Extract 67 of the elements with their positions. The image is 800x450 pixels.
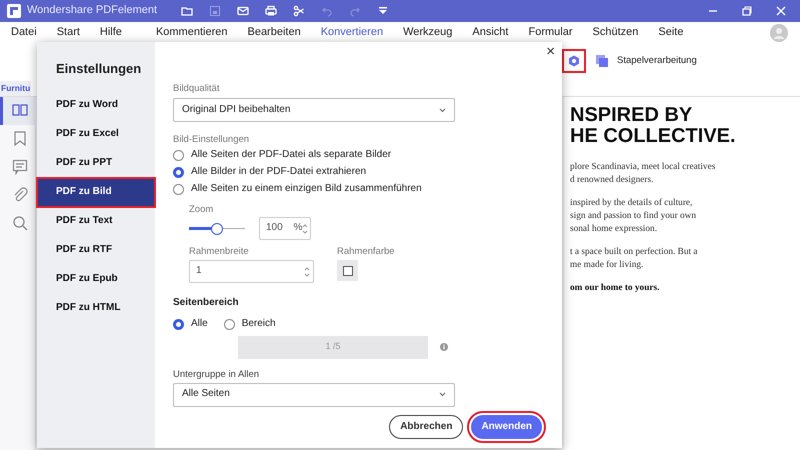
settings-nav-item[interactable]: PDF zu Bild bbox=[37, 178, 155, 207]
field-label: Rahmenfarbe bbox=[337, 246, 395, 257]
settings-button[interactable] bbox=[563, 50, 585, 72]
document-heading: HE COLLECTIVE. bbox=[570, 126, 737, 147]
document-paragraph: t a space built on perfection. But a me made for living. bbox=[570, 246, 699, 272]
menu-item[interactable]: Formular bbox=[518, 26, 582, 40]
zoom-slider[interactable] bbox=[189, 222, 245, 234]
close-button[interactable]: × bbox=[546, 44, 555, 60]
stepper-icon[interactable] bbox=[302, 222, 308, 234]
caret-icon bbox=[439, 392, 446, 397]
range-field: 1 /5 bbox=[238, 336, 428, 358]
document-tab[interactable]: Furnitu bbox=[0, 81, 32, 96]
window-title: Wondershare PDFelement bbox=[27, 4, 158, 18]
subset-select[interactable]: Alle Seiten bbox=[173, 382, 455, 406]
pages-icon[interactable] bbox=[0, 97, 36, 125]
border-width-field[interactable]: 1 bbox=[189, 260, 314, 283]
dropdown-icon[interactable] bbox=[377, 5, 390, 17]
mail-icon[interactable] bbox=[237, 5, 250, 17]
menu-item[interactable]: Bearbeiten bbox=[237, 26, 311, 40]
caret-icon bbox=[439, 108, 446, 112]
document-paragraph: om our home to yours. bbox=[570, 282, 660, 295]
settings-nav-item[interactable]: PDF zu Epub bbox=[37, 265, 155, 294]
settings-nav-item[interactable]: PDF zu HTML bbox=[37, 294, 155, 323]
info-icon[interactable] bbox=[440, 343, 448, 351]
radio-option[interactable]: Alle Bilder in der PDF-Datei extrahieren bbox=[173, 164, 462, 181]
settings-nav-item[interactable]: PDF zu PPT bbox=[37, 149, 155, 178]
menu-item[interactable]: Konvertieren bbox=[310, 26, 394, 40]
batch-button[interactable]: Stapelverarbeitung bbox=[595, 54, 697, 68]
menu-item[interactable]: Werkzeug bbox=[393, 26, 462, 40]
scissors-icon[interactable] bbox=[293, 5, 306, 17]
menu-item[interactable]: Schützen bbox=[582, 26, 648, 40]
menu-item[interactable]: Seite bbox=[648, 26, 694, 40]
app-logo-icon bbox=[7, 4, 21, 18]
menu-item[interactable]: Ansicht bbox=[462, 26, 518, 40]
settings-nav-item[interactable]: PDF zu Text bbox=[37, 207, 155, 236]
folder-icon[interactable] bbox=[181, 5, 194, 17]
quality-select[interactable]: Original DPI beibehalten bbox=[173, 98, 455, 122]
menu-item[interactable]: Datei bbox=[1, 26, 47, 40]
settings-nav-item[interactable]: PDF zu Word bbox=[37, 91, 155, 120]
color-button[interactable] bbox=[337, 260, 358, 281]
dialog-title: Einstellungen bbox=[55, 60, 142, 78]
restore-icon[interactable] bbox=[742, 6, 752, 16]
stepper-icon[interactable] bbox=[304, 266, 310, 278]
menu-item[interactable]: Start bbox=[46, 26, 90, 40]
settings-icon bbox=[568, 55, 580, 67]
menu-item[interactable]: Kommentieren bbox=[146, 26, 238, 40]
layers-icon bbox=[595, 54, 609, 68]
menu-item[interactable]: Hilfe bbox=[90, 26, 132, 40]
radio-option[interactable]: Alle Seiten der PDF-Datei als separate Bilder bbox=[173, 147, 462, 164]
field-label: Bildqualität bbox=[173, 83, 220, 94]
document-heading: NSPIRED BY bbox=[570, 105, 694, 126]
field-label: Bild-Einstellungen bbox=[173, 134, 250, 145]
section-title: Seitenbereich bbox=[173, 297, 240, 310]
cancel-button[interactable]: Abbrechen bbox=[389, 414, 464, 438]
print-icon[interactable] bbox=[265, 5, 278, 17]
field-label: Zoom bbox=[189, 204, 214, 215]
radio-option[interactable]: Alle Seiten zu einem einzigen Bild zusammenführen bbox=[173, 181, 462, 198]
close-icon[interactable] bbox=[776, 6, 786, 16]
checkbox[interactable] bbox=[342, 266, 352, 276]
document-paragraph: plore Scandinavia, meet local creatives d renowned designers. bbox=[570, 161, 716, 187]
document-paragraph: inspired by the details of culture, sign and passion to find your own sonal home expression. bbox=[570, 197, 698, 236]
apply-button[interactable]: Anwenden bbox=[471, 414, 542, 438]
zoom-field[interactable]: 100 % bbox=[259, 217, 311, 240]
field-label: Untergruppe in Allen bbox=[173, 368, 260, 380]
field-label: Rahmenbreite bbox=[189, 246, 250, 257]
settings-nav-item[interactable]: PDF zu RTF bbox=[37, 236, 155, 265]
settings-nav-item[interactable]: PDF zu Excel bbox=[37, 120, 155, 149]
